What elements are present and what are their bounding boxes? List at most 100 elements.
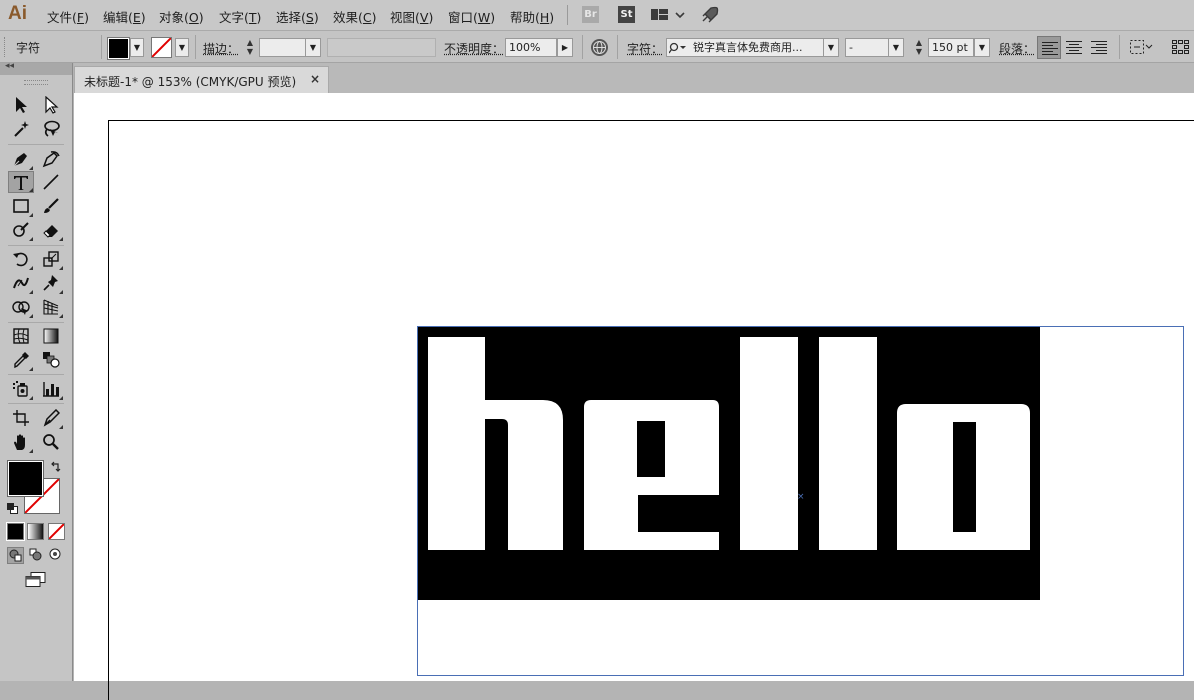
line-segment-tool[interactable]: [39, 171, 63, 193]
tool-flyout-indicator: [59, 314, 63, 318]
default-fill-stroke-icon[interactable]: [7, 503, 18, 514]
align-to-selection-button[interactable]: [1126, 36, 1156, 59]
font-family-dropdown[interactable]: ▼: [823, 38, 839, 57]
artboard-tool[interactable]: [9, 407, 33, 429]
canvas[interactable]: hello ×: [74, 93, 1194, 681]
shape-builder-icon: [12, 298, 30, 316]
font-style-dropdown[interactable]: ▼: [888, 38, 904, 57]
stroke-weight-stepper[interactable]: ▲ ▼: [243, 38, 257, 57]
rectangle-tool[interactable]: [9, 195, 33, 217]
fill-color-swatch[interactable]: [108, 38, 129, 59]
hand-tool[interactable]: [9, 431, 33, 453]
document-tab[interactable]: 未标题-1* @ 153% (CMYK/GPU 预览) ×: [74, 66, 329, 93]
tool-flyout-indicator: [59, 266, 63, 270]
magic-wand-tool[interactable]: [9, 118, 33, 140]
eraser-tool[interactable]: [39, 219, 63, 241]
bridge-button[interactable]: Br: [582, 6, 599, 23]
fill-indicator[interactable]: [8, 461, 43, 496]
align-center-button[interactable]: [1062, 36, 1086, 59]
draw-behind-icon: [28, 547, 43, 562]
swap-fill-stroke-icon[interactable]: [50, 461, 62, 473]
lasso-tool[interactable]: [39, 118, 63, 140]
column-graph-tool[interactable]: [39, 378, 63, 400]
zoom-tool[interactable]: [39, 431, 63, 453]
align-right-button[interactable]: [1087, 36, 1111, 59]
puppet-warp-tool[interactable]: [39, 272, 63, 294]
font-family-field[interactable]: 锐字真言体免费商用...: [666, 38, 824, 57]
align-left-button[interactable]: [1037, 36, 1061, 59]
eyedropper-tool[interactable]: [9, 349, 33, 371]
menu-effect[interactable]: 效果(C): [333, 7, 377, 26]
type-tool[interactable]: [8, 171, 34, 193]
paintbrush-tool[interactable]: [39, 195, 63, 217]
opacity-dropdown[interactable]: ▶: [557, 38, 573, 57]
menu-select[interactable]: 选择(S): [276, 7, 319, 26]
control-bar-grip[interactable]: [4, 37, 7, 57]
draw-normal-button[interactable]: [7, 547, 24, 564]
gradient-mode-button[interactable]: [27, 523, 44, 540]
selection-tool[interactable]: [9, 94, 33, 116]
tools-panel-header[interactable]: ◂◂: [0, 63, 72, 75]
menu-window[interactable]: 窗口(W): [448, 7, 495, 26]
scale-tool[interactable]: [39, 248, 63, 270]
curvature-tool[interactable]: [39, 148, 63, 170]
tool-flyout-indicator: [29, 314, 33, 318]
slice-tool[interactable]: [39, 407, 63, 429]
menu-object[interactable]: 对象(O): [159, 7, 204, 26]
symbol-sprayer-tool[interactable]: [9, 378, 33, 400]
transform-button[interactable]: [1168, 36, 1194, 59]
font-style-field[interactable]: -: [845, 38, 889, 57]
paragraph-label: 段落：: [999, 40, 1035, 57]
no-stroke-icon: [152, 38, 171, 57]
menu-view[interactable]: 视图(V): [390, 7, 433, 26]
mesh-tool-icon: [12, 327, 30, 345]
color-mode-button[interactable]: [7, 523, 24, 540]
menu-type[interactable]: 文字(T): [219, 7, 261, 26]
screen-mode-button[interactable]: [24, 571, 48, 589]
document-tab-bar: 未标题-1* @ 153% (CMYK/GPU 预览) ×: [74, 63, 1194, 93]
align-center-icon: [1066, 40, 1082, 54]
shaper-tool[interactable]: [9, 219, 33, 241]
recolor-artwork-icon[interactable]: [591, 39, 608, 56]
none-mode-button[interactable]: [48, 523, 65, 540]
collapse-icon[interactable]: ◂◂: [5, 61, 14, 71]
font-size-stepper[interactable]: ▲ ▼: [912, 38, 926, 57]
menu-help[interactable]: 帮助(H): [510, 7, 554, 26]
workspace-switcher-button[interactable]: [651, 7, 687, 23]
gradient-tool[interactable]: [39, 325, 63, 347]
fill-dropdown[interactable]: ▼: [130, 38, 144, 57]
close-tab-icon[interactable]: ×: [310, 72, 320, 86]
tool-flyout-indicator: [29, 188, 33, 192]
tools-panel-grip[interactable]: [24, 80, 48, 85]
letter-e-glyph: [584, 400, 719, 550]
rotate-tool[interactable]: [9, 248, 33, 270]
menu-file[interactable]: 文件(F): [47, 7, 89, 26]
opacity-field[interactable]: 100%: [505, 38, 557, 57]
font-size-dropdown[interactable]: ▼: [974, 38, 990, 57]
menu-edit[interactable]: 编辑(E): [103, 7, 146, 26]
column-graph-icon: [42, 380, 60, 398]
stock-button[interactable]: St: [618, 6, 635, 23]
blend-tool[interactable]: [39, 349, 63, 371]
draw-inside-button[interactable]: [48, 547, 65, 564]
stroke-dropdown[interactable]: ▼: [175, 38, 189, 57]
mesh-tool[interactable]: [9, 325, 33, 347]
stroke-weight-dropdown[interactable]: ▼: [305, 38, 321, 57]
gpu-performance-button[interactable]: [700, 5, 720, 25]
width-tool[interactable]: [9, 272, 33, 294]
draw-behind-button[interactable]: [28, 547, 45, 564]
magic-wand-icon: [12, 120, 30, 138]
direct-selection-tool[interactable]: [39, 94, 63, 116]
separator: [101, 35, 102, 59]
stroke-color-swatch[interactable]: [152, 38, 171, 57]
opacity-label: 不透明度：: [444, 40, 504, 57]
font-size-field[interactable]: 150 pt: [928, 38, 974, 57]
shape-builder-tool[interactable]: [9, 296, 33, 318]
pen-tool[interactable]: [9, 148, 33, 170]
separator: [1119, 35, 1120, 59]
stroke-weight-field[interactable]: [259, 38, 306, 57]
grid-transform-icon: [1172, 40, 1190, 54]
globe-icon: [591, 39, 608, 56]
perspective-grid-tool[interactable]: [39, 296, 63, 318]
control-bar-title: 字符: [16, 39, 40, 56]
